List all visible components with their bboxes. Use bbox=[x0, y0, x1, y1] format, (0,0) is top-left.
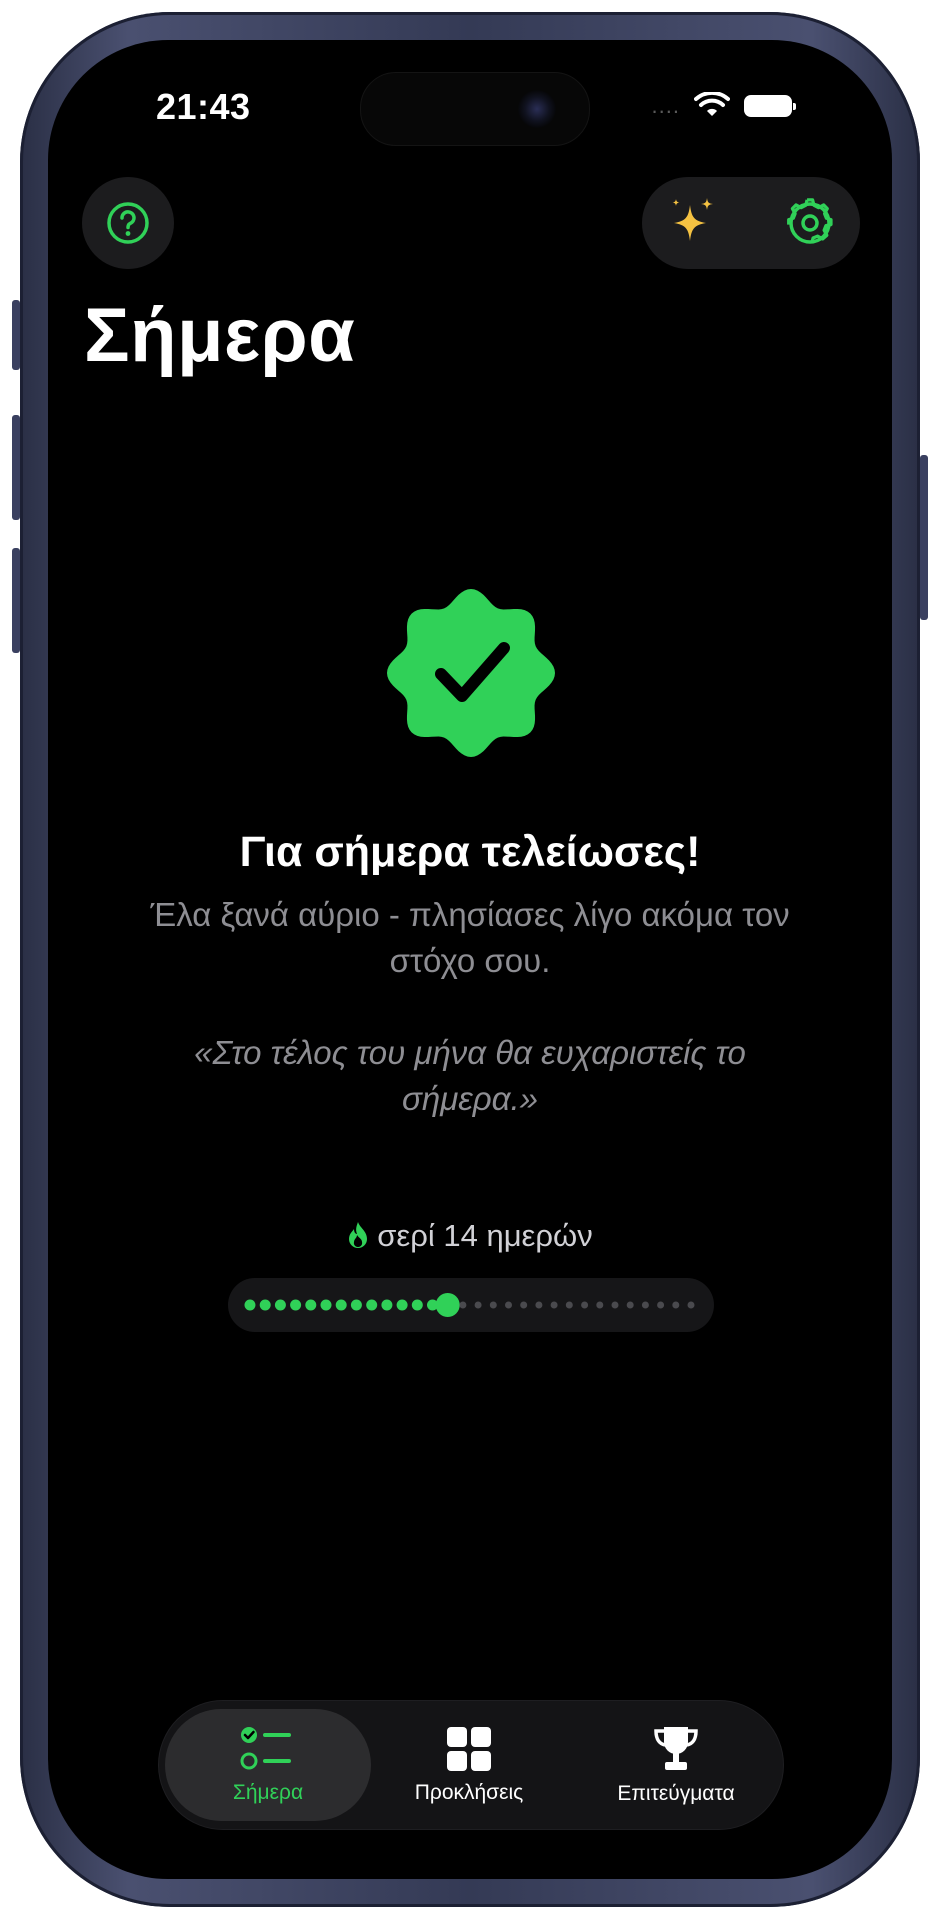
status-time: 21:43 bbox=[156, 86, 251, 127]
streak-dot-upcoming bbox=[474, 1301, 482, 1309]
trophy-icon bbox=[654, 1727, 698, 1770]
streak-dot-upcoming bbox=[489, 1301, 497, 1309]
signal-icon: .... bbox=[651, 93, 680, 118]
checklist-icon bbox=[240, 1727, 291, 1770]
streak-dot-upcoming bbox=[550, 1301, 558, 1309]
motivational-quote: «Στο τέλος του μήνα θα ευχαριστείς το σή… bbox=[194, 1034, 746, 1117]
page-title: Σήμερα bbox=[84, 293, 356, 378]
gear-icon bbox=[787, 198, 833, 244]
streak-dot-complete bbox=[381, 1299, 393, 1311]
flame-icon bbox=[349, 1222, 368, 1248]
streak-dots bbox=[244, 1293, 695, 1317]
streak-dot-complete bbox=[411, 1299, 423, 1311]
camera-icon bbox=[518, 90, 556, 128]
streak-label: σερί 14 ημερών bbox=[48, 1218, 892, 1254]
tab-achievements[interactable]: Επιτεύγματα bbox=[567, 1701, 785, 1829]
streak-dot-upcoming bbox=[581, 1301, 589, 1309]
grid-icon bbox=[447, 1727, 491, 1771]
streak-text: σερί 14 ημερών bbox=[377, 1218, 593, 1253]
checkmark-seal-icon bbox=[387, 589, 555, 757]
power-button bbox=[920, 455, 928, 620]
streak-dot-upcoming bbox=[611, 1301, 619, 1309]
streak-dot-upcoming bbox=[505, 1301, 512, 1309]
streak-dot-upcoming bbox=[672, 1301, 680, 1309]
streak-dot-complete bbox=[290, 1299, 302, 1311]
streak-dot-complete bbox=[274, 1299, 286, 1311]
streak-dot-upcoming bbox=[520, 1301, 528, 1309]
tab-today-label: Σήμερα bbox=[232, 1781, 304, 1804]
tab-challenges[interactable]: Προκλήσεις bbox=[369, 1701, 569, 1829]
streak-dot-complete bbox=[259, 1299, 271, 1311]
wifi-icon bbox=[694, 92, 730, 116]
sparkles-icon bbox=[672, 198, 713, 241]
battery-icon bbox=[744, 95, 796, 117]
streak-dot-upcoming bbox=[626, 1301, 634, 1309]
streak-dot-upcoming bbox=[687, 1301, 695, 1309]
help-button[interactable] bbox=[82, 177, 174, 269]
volume-up-button bbox=[12, 415, 20, 520]
sparkle-button[interactable] bbox=[660, 191, 724, 255]
streak-dot-upcoming bbox=[596, 1301, 604, 1309]
streak-dot-complete bbox=[366, 1299, 378, 1311]
streak-dot-complete bbox=[244, 1299, 256, 1311]
streak-dot-complete bbox=[320, 1299, 332, 1311]
completion-message: Έλα ξανά αύριο - πλησίασες λίγο ακόμα το… bbox=[150, 896, 790, 979]
screen: 21:43 .... Σήμερα Για σήμερα τελείωσες! … bbox=[48, 40, 892, 1879]
streak-dot-upcoming bbox=[565, 1301, 573, 1309]
streak-dot-complete bbox=[396, 1299, 408, 1311]
streak-dot-complete bbox=[350, 1299, 362, 1311]
completion-headline: Για σήμερα τελείωσες! bbox=[239, 828, 701, 876]
streak-dot-upcoming bbox=[657, 1301, 665, 1309]
streak-progress bbox=[228, 1278, 714, 1332]
streak-dot-complete bbox=[305, 1299, 317, 1311]
tab-today[interactable]: Σήμερα bbox=[159, 1701, 377, 1829]
streak-dot-current bbox=[435, 1293, 460, 1317]
streak-dot-upcoming bbox=[641, 1301, 649, 1309]
bottom-tab-bar: Σήμερα Προκλήσεις Επιτεύγματα bbox=[158, 1700, 784, 1830]
status-icons: .... bbox=[651, 92, 796, 120]
header-actions bbox=[642, 177, 860, 269]
tab-achievements-label: Επιτεύγματα bbox=[617, 1782, 735, 1805]
streak-dot-complete bbox=[335, 1299, 347, 1311]
tab-challenges-label: Προκλήσεις bbox=[414, 1781, 524, 1804]
settings-button[interactable] bbox=[778, 191, 842, 255]
streak-dot-upcoming bbox=[459, 1301, 467, 1309]
streak-dot-upcoming bbox=[535, 1301, 543, 1309]
question-mark-circle-icon bbox=[107, 202, 149, 244]
volume-down-button bbox=[12, 548, 20, 653]
action-button bbox=[12, 300, 20, 370]
